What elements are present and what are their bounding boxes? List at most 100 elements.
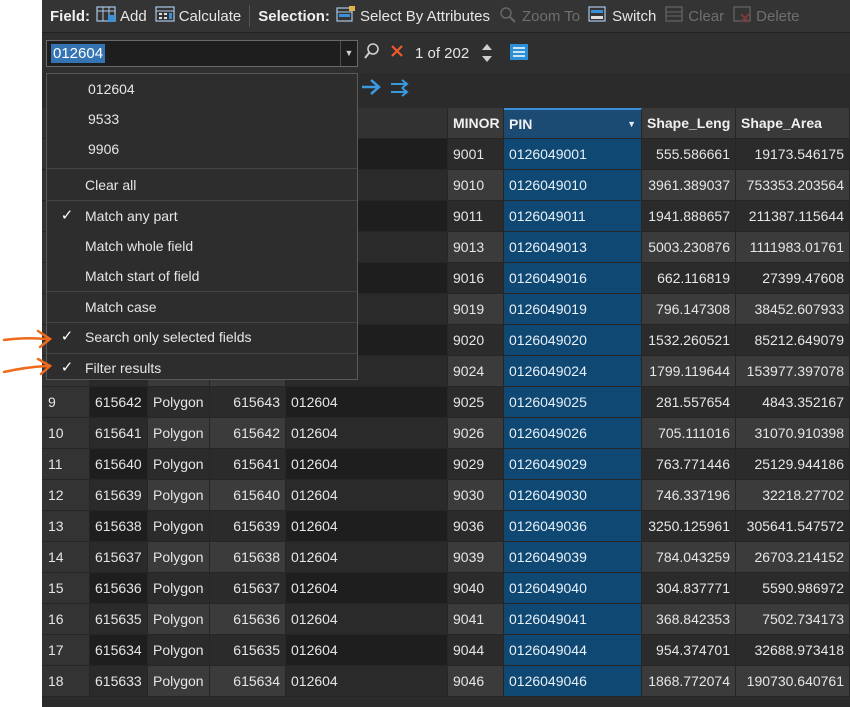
fid-cell[interactable]: 615638 [210, 542, 286, 573]
shape-leng-cell[interactable]: 3961.389037 [642, 170, 736, 201]
chevron-down-icon[interactable]: ▼ [340, 41, 357, 66]
column-header-pin[interactable]: PIN ▼ [504, 108, 642, 139]
row-index-cell[interactable]: 15 [42, 573, 90, 604]
shape-leng-cell[interactable]: 368.842353 [642, 604, 736, 635]
column-header-shape-leng[interactable]: Shape_Leng [642, 108, 736, 139]
shape-area-cell[interactable]: 305641.547572 [736, 511, 850, 542]
shape-area-cell[interactable]: 31070.910398 [736, 418, 850, 449]
minor-cell[interactable]: 9025 [448, 387, 504, 418]
row-index-cell[interactable]: 14 [42, 542, 90, 573]
minor-cell[interactable]: 9016 [448, 263, 504, 294]
shape-leng-cell[interactable]: 784.043259 [642, 542, 736, 573]
row-index-cell[interactable]: 9 [42, 387, 90, 418]
objectid-cell[interactable]: 615636 [90, 573, 148, 604]
shape-cell[interactable]: Polygon [148, 449, 210, 480]
switch-selection-button[interactable]: Switch [588, 5, 656, 27]
table-row[interactable]: 11 615640 Polygon 615641 012604 9029 012604902… [42, 449, 850, 480]
clear-search-icon[interactable] [390, 44, 404, 63]
pin-cell[interactable]: 0126049020 [504, 325, 642, 356]
shape-area-cell[interactable]: 753353.203564 [736, 170, 850, 201]
major-cell[interactable]: 012604 [286, 418, 448, 449]
shape-leng-cell[interactable]: 746.337196 [642, 480, 736, 511]
minor-cell[interactable]: 9020 [448, 325, 504, 356]
pin-cell[interactable]: 0126049040 [504, 573, 642, 604]
zoom-to-button[interactable]: Zoom To [498, 5, 580, 27]
shape-leng-cell[interactable]: 281.557654 [642, 387, 736, 418]
shape-area-cell[interactable]: 19173.546175 [736, 139, 850, 170]
fid-cell[interactable]: 615639 [210, 511, 286, 542]
fid-cell[interactable]: 615643 [210, 387, 286, 418]
shape-leng-cell[interactable]: 763.771446 [642, 449, 736, 480]
row-index-cell[interactable]: 11 [42, 449, 90, 480]
pin-cell[interactable]: 0126049025 [504, 387, 642, 418]
minor-cell[interactable]: 9011 [448, 201, 504, 232]
column-header-shape-area[interactable]: Shape_Area [736, 108, 850, 139]
shape-area-cell[interactable]: 27399.47608 [736, 263, 850, 294]
shape-cell[interactable]: Polygon [148, 635, 210, 666]
shape-cell[interactable]: Polygon [148, 511, 210, 542]
fid-cell[interactable]: 615640 [210, 480, 286, 511]
clear-all-option[interactable]: Clear all [47, 171, 357, 199]
pin-cell[interactable]: 0126049010 [504, 170, 642, 201]
fid-cell[interactable]: 615641 [210, 449, 286, 480]
pin-cell[interactable]: 0126049011 [504, 201, 642, 232]
fid-cell[interactable]: 615636 [210, 604, 286, 635]
shape-cell[interactable]: Polygon [148, 418, 210, 449]
shape-leng-cell[interactable]: 1868.772074 [642, 666, 736, 697]
objectid-cell[interactable]: 615642 [90, 387, 148, 418]
minor-cell[interactable]: 9019 [448, 294, 504, 325]
dropdown-history-item[interactable]: 012604 [47, 75, 357, 103]
pin-cell[interactable]: 0126049036 [504, 511, 642, 542]
shape-cell[interactable]: Polygon [148, 387, 210, 418]
fid-cell[interactable]: 615634 [210, 666, 286, 697]
table-row[interactable]: 16 615635 Polygon 615636 012604 9041 012604904… [42, 604, 850, 635]
minor-cell[interactable]: 9001 [448, 139, 504, 170]
fid-cell[interactable]: 615637 [210, 573, 286, 604]
pin-cell[interactable]: 0126049046 [504, 666, 642, 697]
minor-cell[interactable]: 9026 [448, 418, 504, 449]
next-arrow-icon[interactable] [360, 78, 382, 101]
major-cell[interactable]: 012604 [286, 387, 448, 418]
objectid-cell[interactable]: 615637 [90, 542, 148, 573]
pin-cell[interactable]: 0126049016 [504, 263, 642, 294]
shape-leng-cell[interactable]: 1941.888657 [642, 201, 736, 232]
table-row[interactable]: 9 615642 Polygon 615643 012604 9025 0126049025… [42, 387, 850, 418]
shape-area-cell[interactable]: 1111983.01761 [736, 232, 850, 263]
pin-cell[interactable]: 0126049044 [504, 635, 642, 666]
row-index-cell[interactable]: 17 [42, 635, 90, 666]
minor-cell[interactable]: 9010 [448, 170, 504, 201]
pin-cell[interactable]: 0126049039 [504, 542, 642, 573]
major-cell[interactable]: 012604 [286, 542, 448, 573]
select-by-attributes-button[interactable]: Select By Attributes [336, 5, 490, 27]
shape-leng-cell[interactable]: 954.374701 [642, 635, 736, 666]
minor-cell[interactable]: 9036 [448, 511, 504, 542]
row-index-cell[interactable]: 13 [42, 511, 90, 542]
pin-cell[interactable]: 0126049019 [504, 294, 642, 325]
match-case-option[interactable]: Match case [47, 293, 357, 321]
sort-dropdown-icon[interactable]: ▼ [627, 110, 636, 138]
minor-cell[interactable]: 9046 [448, 666, 504, 697]
major-cell[interactable]: 012604 [286, 573, 448, 604]
pin-cell[interactable]: 0126049001 [504, 139, 642, 170]
shape-area-cell[interactable]: 32218.27702 [736, 480, 850, 511]
shape-leng-cell[interactable]: 1799.119644 [642, 356, 736, 387]
delete-selection-button[interactable]: Delete [732, 5, 800, 27]
table-row[interactable]: 14 615637 Polygon 615638 012604 9039 012604903… [42, 542, 850, 573]
clear-selection-button[interactable]: Clear [664, 5, 724, 27]
shape-area-cell[interactable]: 38452.607933 [736, 294, 850, 325]
calculate-field-button[interactable]: Calculate [155, 5, 241, 27]
pin-cell[interactable]: 0126049013 [504, 232, 642, 263]
major-cell[interactable]: 012604 [286, 449, 448, 480]
minor-cell[interactable]: 9013 [448, 232, 504, 263]
table-row[interactable]: 10 615641 Polygon 615642 012604 9026 012604902… [42, 418, 850, 449]
objectid-cell[interactable]: 615640 [90, 449, 148, 480]
pin-cell[interactable]: 0126049029 [504, 449, 642, 480]
search-input[interactable] [49, 43, 339, 64]
shape-area-cell[interactable]: 190730.640761 [736, 666, 850, 697]
fid-cell[interactable]: 615642 [210, 418, 286, 449]
pin-cell[interactable]: 0126049024 [504, 356, 642, 387]
objectid-cell[interactable]: 615633 [90, 666, 148, 697]
row-index-cell[interactable]: 16 [42, 604, 90, 635]
objectid-cell[interactable]: 615639 [90, 480, 148, 511]
shape-cell[interactable]: Polygon [148, 480, 210, 511]
